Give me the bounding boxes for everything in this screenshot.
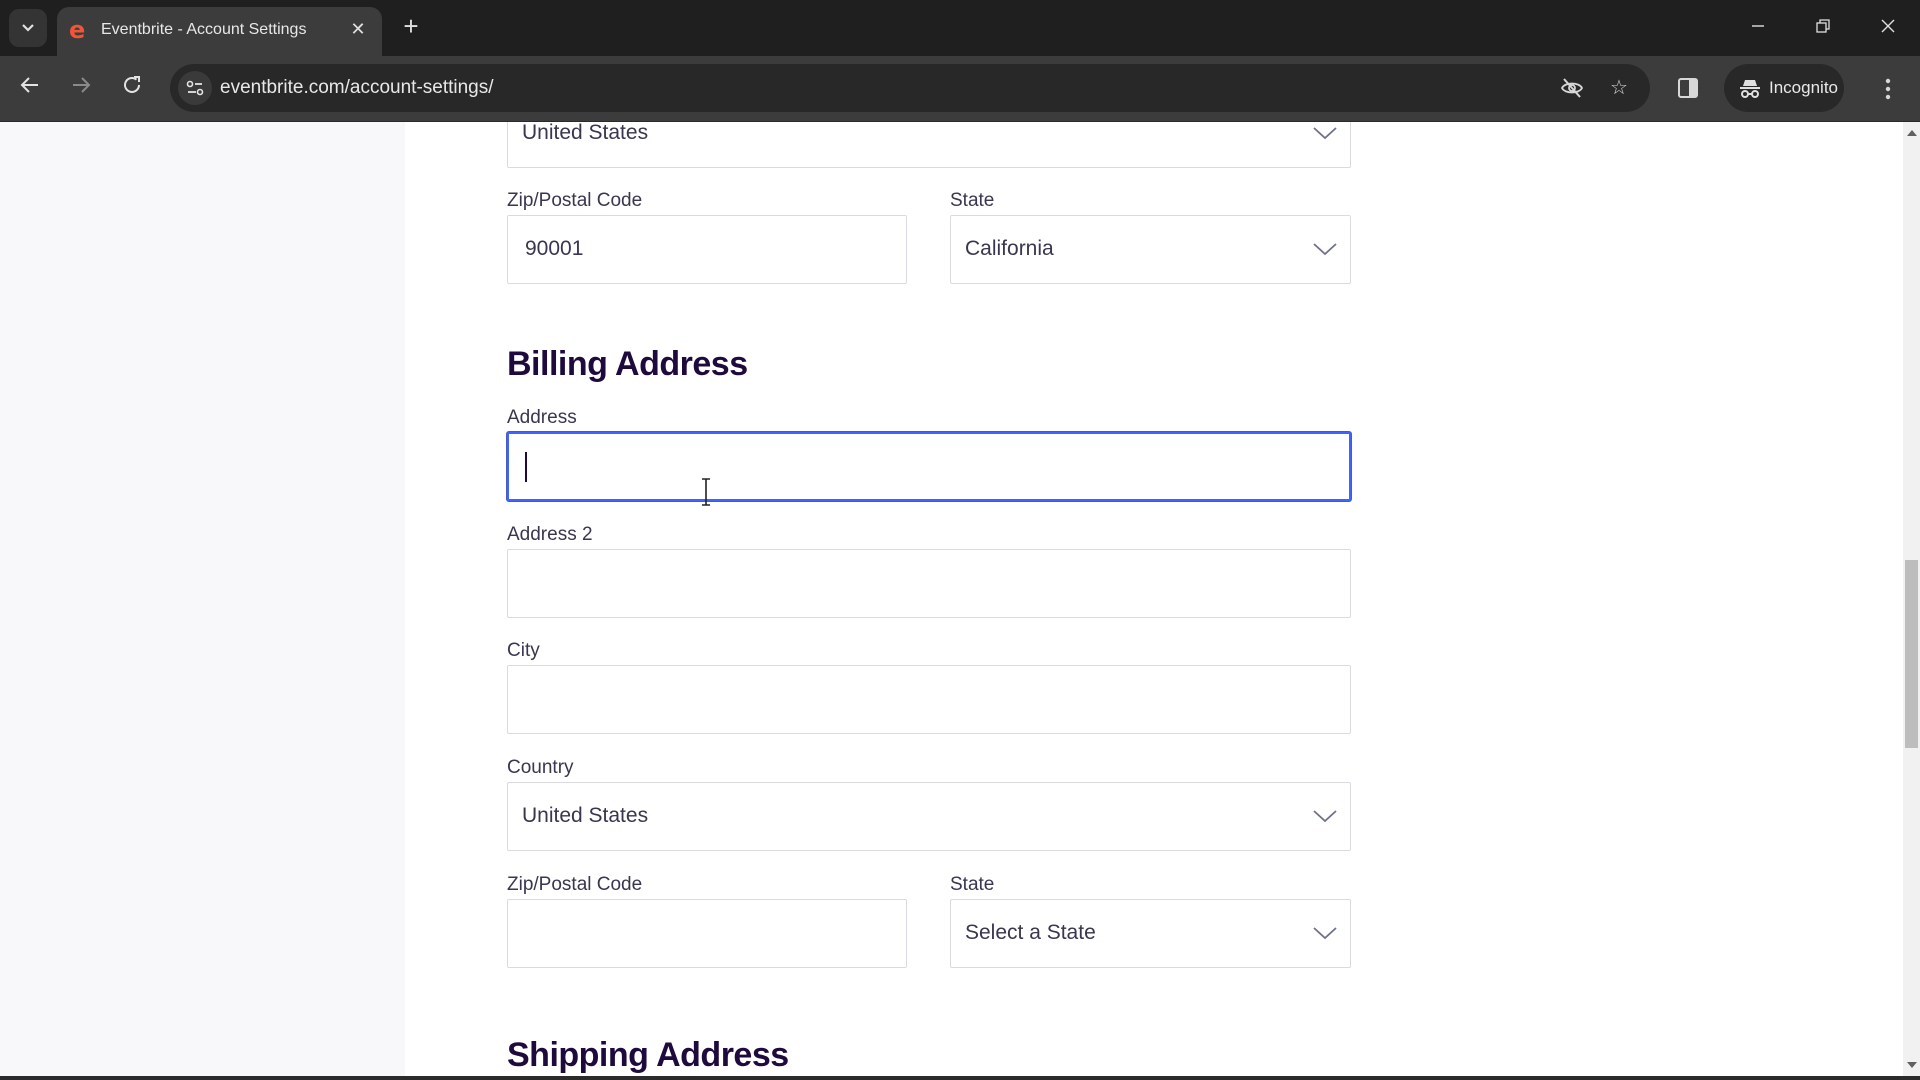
- chevron-down-icon: [1313, 243, 1337, 256]
- incognito-label: Incognito: [1769, 78, 1838, 97]
- eventbrite-favicon-icon: e: [69, 16, 86, 44]
- chevron-down-icon: [1313, 127, 1337, 140]
- home-state-label: State: [950, 190, 995, 211]
- site-info-button[interactable]: [178, 71, 212, 105]
- billing-zip-input[interactable]: [507, 899, 907, 968]
- chevron-down-icon: [22, 24, 34, 32]
- billing-city-input[interactable]: [507, 665, 1351, 734]
- browser-tab-active[interactable]: e Eventbrite - Account Settings ✕: [57, 7, 382, 56]
- restore-button[interactable]: [1808, 14, 1838, 42]
- tune-icon: [186, 80, 204, 96]
- browser-menu-button[interactable]: [1876, 76, 1900, 102]
- home-country-value: United States: [522, 122, 649, 144]
- incognito-indicator[interactable]: Incognito: [1724, 64, 1844, 112]
- billing-state-select[interactable]: Select a State: [950, 899, 1351, 968]
- tab-close-icon[interactable]: ✕: [346, 17, 370, 41]
- text-caret: [525, 452, 527, 482]
- arrow-left-icon: [20, 77, 38, 93]
- home-state-value: California: [965, 237, 1054, 260]
- page-scrollbar[interactable]: [1903, 122, 1920, 1076]
- home-country-select[interactable]: United States: [507, 122, 1351, 168]
- side-panel-icon: [1678, 78, 1698, 98]
- billing-address-heading: Billing Address: [507, 345, 748, 383]
- arrow-right-icon: [73, 77, 91, 93]
- incognito-icon: [1740, 80, 1760, 98]
- close-window-button[interactable]: [1873, 14, 1903, 42]
- billing-country-value: United States: [522, 804, 649, 827]
- chevron-down-icon: [1313, 927, 1337, 940]
- page-viewport: United States Zip/Postal Code 90001 Stat…: [0, 122, 1920, 1080]
- billing-state-label: State: [950, 874, 995, 895]
- chevron-down-icon: [1313, 810, 1337, 823]
- minimize-button[interactable]: [1743, 14, 1773, 42]
- tracking-protection-button[interactable]: [1560, 76, 1584, 100]
- reload-button[interactable]: [117, 74, 147, 104]
- scroll-down-arrow-icon[interactable]: [1907, 1062, 1917, 1068]
- billing-address2-label: Address 2: [507, 524, 593, 545]
- tab-title: Eventbrite - Account Settings: [101, 21, 307, 38]
- home-zip-label: Zip/Postal Code: [507, 190, 643, 211]
- scrollbar-thumb[interactable]: [1905, 560, 1918, 748]
- billing-country-select[interactable]: United States: [507, 782, 1351, 851]
- side-panel-button[interactable]: [1676, 76, 1700, 100]
- bottom-edge-bar: [0, 1076, 1920, 1080]
- bookmark-button[interactable]: ☆: [1607, 76, 1631, 100]
- minimize-icon: [1752, 25, 1764, 27]
- left-sidebar: [0, 122, 405, 1080]
- browser-toolbar: eventbrite.com/account-settings/ ☆ Incog…: [0, 56, 1920, 122]
- billing-city-label: City: [507, 640, 540, 661]
- billing-country-label: Country: [507, 757, 574, 778]
- home-state-select[interactable]: California: [950, 215, 1351, 284]
- text-cursor-icon: [702, 478, 710, 506]
- eye-off-icon: [1560, 78, 1584, 98]
- more-vertical-icon: [1885, 78, 1891, 100]
- billing-address-label: Address: [507, 407, 577, 428]
- home-zip-value: 90001: [525, 237, 584, 260]
- scroll-up-arrow-icon[interactable]: [1907, 130, 1917, 136]
- restore-icon: [1816, 19, 1830, 33]
- forward-button[interactable]: [66, 74, 96, 104]
- new-tab-button[interactable]: +: [398, 13, 424, 40]
- address-bar[interactable]: eventbrite.com/account-settings/ ☆: [170, 64, 1650, 112]
- close-icon: [1881, 19, 1895, 33]
- billing-zip-label: Zip/Postal Code: [507, 874, 643, 895]
- star-icon: ☆: [1610, 77, 1628, 99]
- home-zip-input[interactable]: 90001: [507, 215, 907, 284]
- billing-state-value: Select a State: [965, 921, 1096, 944]
- shipping-address-heading: Shipping Address: [507, 1036, 789, 1074]
- url-text[interactable]: eventbrite.com/account-settings/: [220, 77, 494, 99]
- billing-address2-input[interactable]: [507, 549, 1351, 618]
- tab-search-button[interactable]: [9, 9, 47, 47]
- reload-icon: [124, 76, 140, 93]
- back-button[interactable]: [15, 74, 45, 104]
- browser-titlebar: e Eventbrite - Account Settings ✕ +: [0, 0, 1920, 56]
- billing-address-input[interactable]: [507, 432, 1351, 501]
